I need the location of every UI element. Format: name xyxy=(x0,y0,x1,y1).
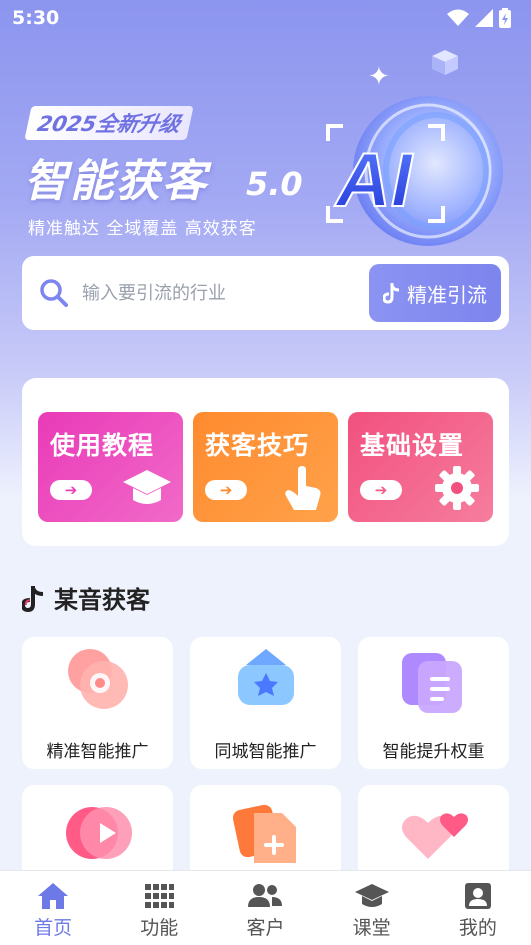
tab-label: 客户 xyxy=(246,917,285,939)
location-icon xyxy=(238,649,294,705)
quick-actions-card: 使用教程 ➔ 获客技巧 ➔ 基础设置 ➔ xyxy=(22,378,509,546)
graduation-cap-icon xyxy=(123,470,171,504)
status-time: 5:30 xyxy=(12,7,60,29)
search-input[interactable] xyxy=(82,282,369,304)
signal-icon xyxy=(475,9,493,27)
tile-label: 使用教程 xyxy=(50,431,155,460)
status-bar: 5:30 xyxy=(0,0,531,36)
feature-label: 智能提升权重 xyxy=(382,742,485,762)
upgrade-badge: 2025全新升级 xyxy=(24,106,195,140)
wifi-icon xyxy=(447,9,469,26)
search-bar: 精准引流 xyxy=(22,256,509,330)
users-icon xyxy=(248,884,283,907)
arrow-right-icon: ➔ xyxy=(360,480,402,500)
tab-classroom[interactable]: 课堂 xyxy=(332,871,412,945)
tab-functions[interactable]: 功能 xyxy=(119,871,199,945)
tile-label: 基础设置 xyxy=(360,431,465,460)
arrow-right-icon: ➔ xyxy=(205,480,247,500)
profile-icon xyxy=(464,883,491,909)
tab-customers[interactable]: 客户 xyxy=(225,871,305,945)
tab-label: 我的 xyxy=(458,917,497,939)
target-icon xyxy=(68,649,128,709)
tiktok-icon xyxy=(22,585,44,612)
arrow-right-icon: ➔ xyxy=(50,480,92,500)
ai-logo-text: AI xyxy=(334,138,414,223)
search-icon xyxy=(40,279,68,307)
feature-boost-weight[interactable]: 智能提升权重 xyxy=(358,637,509,769)
tap-hand-icon xyxy=(285,466,321,510)
tile-settings[interactable]: 基础设置 ➔ xyxy=(348,412,493,522)
tab-label: 首页 xyxy=(34,917,73,939)
bottom-tab-bar: 首页 功能 客户 课堂 我的 xyxy=(0,870,531,945)
graduation-cap-icon xyxy=(354,884,389,907)
hearts-icon xyxy=(402,813,468,859)
status-icons xyxy=(447,8,511,28)
grid-icon xyxy=(145,884,175,908)
tiktok-icon xyxy=(383,283,400,304)
home-icon xyxy=(38,883,69,909)
search-button-label: 精准引流 xyxy=(407,282,487,307)
tile-tips[interactable]: 获客技巧 ➔ xyxy=(193,412,338,522)
cube-icon xyxy=(432,50,458,75)
gear-icon xyxy=(435,466,479,510)
tab-label: 功能 xyxy=(140,917,179,939)
tab-label: 课堂 xyxy=(352,917,391,939)
tile-label: 获客技巧 xyxy=(205,431,310,460)
feature-local-promo[interactable]: 同城智能推广 xyxy=(190,637,341,769)
tile-tutorial[interactable]: 使用教程 ➔ xyxy=(38,412,183,522)
search-button[interactable]: 精准引流 xyxy=(369,264,501,322)
section-header: 某音获客 xyxy=(22,580,150,615)
play-icon xyxy=(66,807,132,859)
ai-logo: AI xyxy=(326,96,503,246)
hero-version: 5.0 xyxy=(246,165,303,203)
feature-precise-promo[interactable]: 精准智能推广 xyxy=(22,637,173,769)
hero-title: 智能获客 xyxy=(24,156,208,207)
add-file-icon xyxy=(232,804,296,863)
feature-label: 同城智能推广 xyxy=(214,742,317,762)
battery-icon xyxy=(499,8,511,28)
document-stack-icon xyxy=(402,653,462,713)
tab-mine[interactable]: 我的 xyxy=(438,871,518,945)
hero-subtitle: 精准触达 全域覆盖 高效获客 xyxy=(28,219,257,239)
feature-label: 精准智能推广 xyxy=(46,742,149,762)
tab-home[interactable]: 首页 xyxy=(13,871,93,945)
section-title: 某音获客 xyxy=(54,586,150,614)
